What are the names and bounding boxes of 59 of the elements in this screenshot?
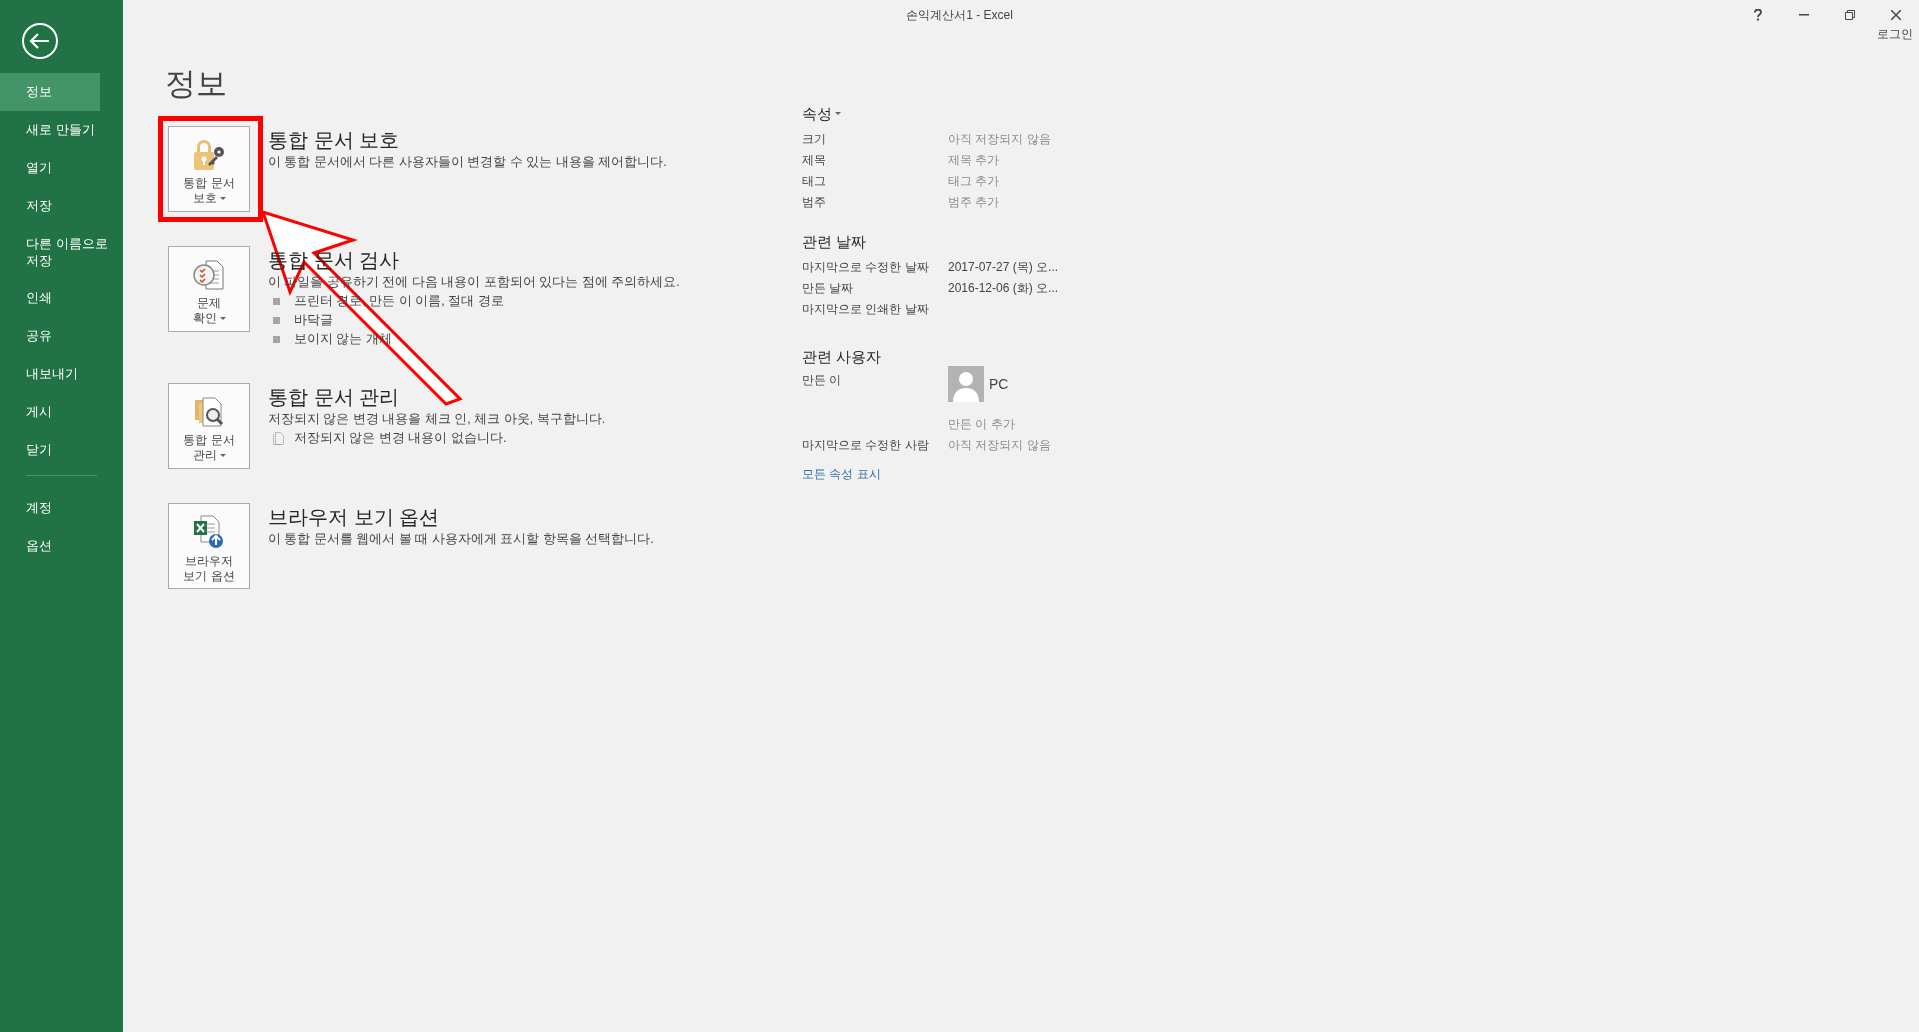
dates-heading: 관련 날짜 bbox=[802, 232, 868, 252]
back-icon[interactable] bbox=[21, 22, 59, 60]
bullet-icon bbox=[273, 336, 280, 343]
add-author-field[interactable]: 만든 이 추가 bbox=[948, 414, 1059, 435]
section-title: 브라우저 보기 옵션 bbox=[268, 505, 441, 529]
caret-icon bbox=[835, 112, 841, 116]
show-all-properties-link[interactable]: 모든 속성 표시 bbox=[802, 466, 1059, 483]
section-title: 통합 문서 보호 bbox=[268, 128, 401, 152]
property-value[interactable]: 아직 저장되지 않음 bbox=[948, 435, 1059, 456]
window-title: 손익계산서1 - Excel bbox=[906, 6, 1013, 24]
sidebar-item[interactable]: 새로 만들기 bbox=[0, 111, 100, 149]
sidebar-item[interactable]: 인쇄 bbox=[0, 279, 100, 317]
property-value[interactable]: 범주 추가 bbox=[948, 192, 1059, 213]
sidebar-item[interactable]: 내보내기 bbox=[0, 355, 100, 393]
property-label: 제목 bbox=[802, 152, 827, 169]
property-label: 범주 bbox=[802, 194, 827, 211]
page-title: 정보 bbox=[165, 65, 228, 103]
property-label: 만든 날짜 bbox=[802, 280, 855, 297]
section-title: 통합 문서 관리 bbox=[268, 385, 401, 409]
property-label: 크기 bbox=[802, 131, 827, 148]
command-button[interactable]: 브라우저 보기 옵션 bbox=[168, 503, 250, 589]
command-button[interactable]: 통합 문서 보호 bbox=[168, 126, 250, 212]
bullet-icon bbox=[273, 317, 280, 324]
section-description: 저장되지 않은 변경 내용을 체크 인, 체크 아웃, 복구합니다. bbox=[268, 411, 606, 428]
sidebar-item[interactable]: 다른 이름으로 저장 bbox=[0, 225, 123, 279]
sidebar-item[interactable]: 열기 bbox=[0, 149, 100, 187]
property-label: 마지막으로 인쇄한 날짜 bbox=[802, 301, 930, 318]
property-value: 2017-07-27 (목) 오... bbox=[948, 259, 1059, 276]
property-label: 마지막으로 수정한 날짜 bbox=[802, 259, 930, 276]
sidebar-item[interactable]: 닫기 bbox=[0, 431, 100, 469]
property-value: 2016-12-06 (화) 오... bbox=[948, 280, 1059, 297]
property-value[interactable]: 아직 저장되지 않음 bbox=[948, 129, 1059, 150]
property-label: 만든 이 bbox=[802, 372, 843, 389]
section-description: 이 통합 문서를 웹에서 볼 때 사용자에게 표시할 항목을 선택합니다. bbox=[268, 531, 654, 548]
property-value[interactable]: 제목 추가 bbox=[948, 150, 1059, 171]
section-item: 바닥글 bbox=[294, 312, 333, 329]
property-label: 태그 bbox=[802, 173, 827, 190]
checklist-document-icon bbox=[192, 258, 226, 292]
sidebar-item[interactable]: 게시 bbox=[0, 393, 100, 431]
properties-heading[interactable]: 속성 bbox=[802, 103, 832, 125]
sign-in-link[interactable]: 로그인 bbox=[1877, 26, 1913, 43]
property-value[interactable]: 태그 추가 bbox=[948, 171, 1059, 192]
bullet-icon bbox=[273, 298, 280, 305]
author-name: PC bbox=[989, 376, 1009, 392]
people-heading: 관련 사용자 bbox=[802, 347, 883, 367]
command-button[interactable]: 문제 확인 bbox=[168, 246, 250, 332]
documents-magnifier-icon bbox=[192, 395, 226, 429]
sidebar-item[interactable]: 옵션 bbox=[0, 527, 100, 565]
padlock-key-icon bbox=[191, 138, 227, 172]
sidebar-item[interactable]: 계정 bbox=[0, 489, 100, 527]
sidebar-item[interactable]: 공유 bbox=[0, 317, 100, 355]
section-item: 저장되지 않은 변경 내용이 없습니다. bbox=[294, 430, 507, 447]
property-label: 마지막으로 수정한 사람 bbox=[802, 437, 930, 454]
command-button[interactable]: 통합 문서 관리 bbox=[168, 383, 250, 469]
sidebar-item[interactable]: 정보 bbox=[0, 73, 100, 111]
document-icon bbox=[273, 432, 284, 445]
sidebar-item[interactable]: 저장 bbox=[0, 187, 100, 225]
avatar-icon bbox=[948, 366, 984, 402]
section-description: 이 통합 문서에서 다른 사용자들이 변경할 수 있는 내용을 제어합니다. bbox=[268, 154, 667, 171]
